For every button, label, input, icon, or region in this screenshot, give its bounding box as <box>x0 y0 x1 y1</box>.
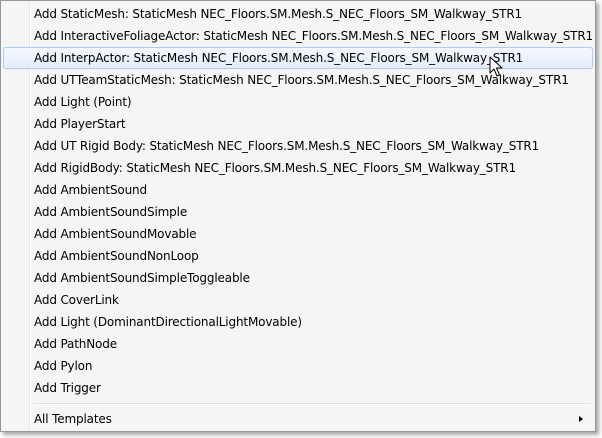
menu-item-add-rigidbody[interactable]: Add RigidBody: StaticMesh NEC_Floors.SM.… <box>3 157 593 179</box>
menu-item-add-ambientsoundsimple[interactable]: Add AmbientSoundSimple <box>3 201 593 223</box>
menu-item-add-light-point[interactable]: Add Light (Point) <box>3 91 593 113</box>
menu-item-add-trigger[interactable]: Add Trigger <box>3 377 593 399</box>
menu-item-add-ut-rigid-body[interactable]: Add UT Rigid Body: StaticMesh NEC_Floors… <box>3 135 593 157</box>
menu-separator <box>3 399 593 408</box>
menu-item-add-pathnode[interactable]: Add PathNode <box>3 333 593 355</box>
menu-item-add-coverlink[interactable]: Add CoverLink <box>3 289 593 311</box>
menu-item-add-pylon[interactable]: Add Pylon <box>3 355 593 377</box>
menu-item-add-light-dominantdirectional[interactable]: Add Light (DominantDirectionalLightMovab… <box>3 311 593 333</box>
menu-item-add-ambientsoundnonloop[interactable]: Add AmbientSoundNonLoop <box>3 245 593 267</box>
menu-item-all-templates[interactable]: All Templates <box>3 408 593 430</box>
menu-item-add-staticmesh[interactable]: Add StaticMesh: StaticMesh NEC_Floors.SM… <box>3 3 593 25</box>
menu-item-add-utteamstaticmesh[interactable]: Add UTTeamStaticMesh: StaticMesh NEC_Flo… <box>3 69 593 91</box>
menu-item-add-ambientsound[interactable]: Add AmbientSound <box>3 179 593 201</box>
menu-item-all-templates-label: All Templates <box>34 412 112 426</box>
mouse-cursor-icon <box>489 56 503 77</box>
menu-item-add-interactivefoliageactor[interactable]: Add InteractiveFoliageActor: StaticMesh … <box>3 25 593 47</box>
menu-item-add-playerstart[interactable]: Add PlayerStart <box>3 113 593 135</box>
menu-item-add-interpactor[interactable]: Add InterpActor: StaticMesh NEC_Floors.S… <box>3 47 593 69</box>
menu-items: Add StaticMesh: StaticMesh NEC_Floors.SM… <box>3 3 593 430</box>
context-menu: Add StaticMesh: StaticMesh NEC_Floors.SM… <box>0 0 596 432</box>
menu-item-add-ambientsoundmovable[interactable]: Add AmbientSoundMovable <box>3 223 593 245</box>
menu-item-add-ambientsoundsimpletoggleable[interactable]: Add AmbientSoundSimpleToggleable <box>3 267 593 289</box>
chevron-right-icon <box>579 416 583 422</box>
